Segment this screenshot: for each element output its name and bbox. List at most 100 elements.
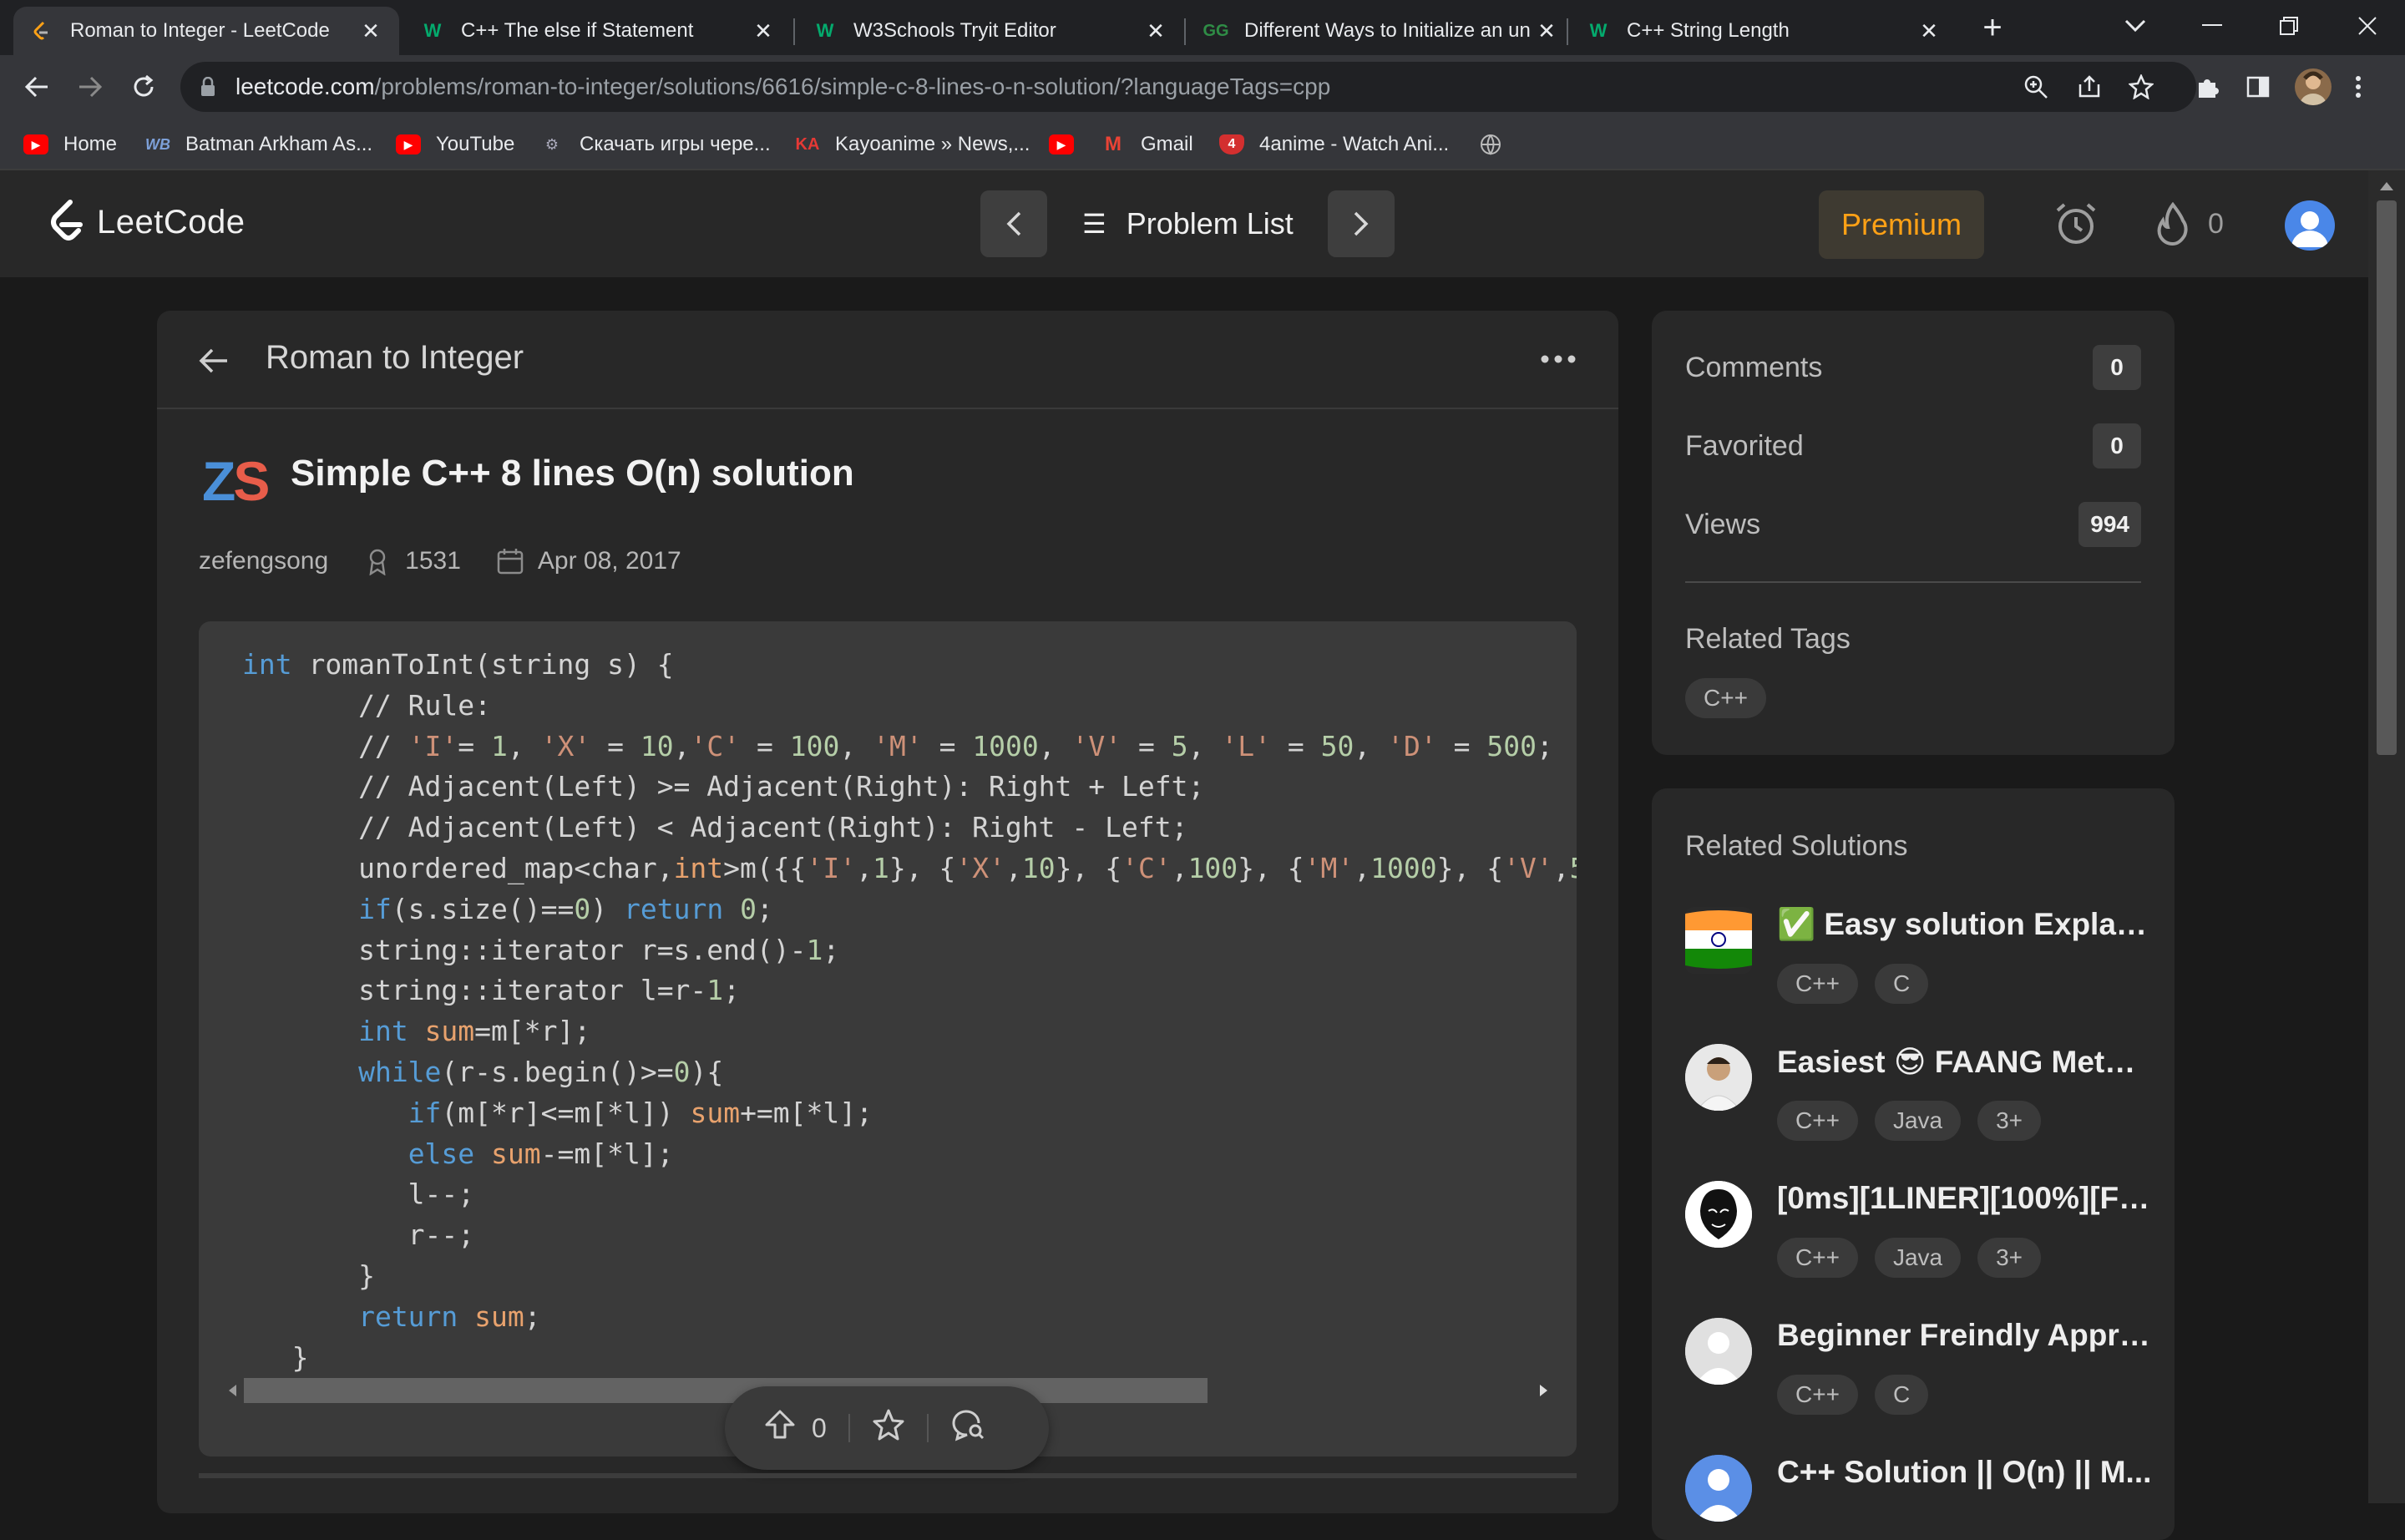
code-line: } bbox=[242, 1259, 375, 1292]
restore-button[interactable] bbox=[2251, 0, 2327, 52]
solution-title: Simple C++ 8 lines O(n) solution bbox=[291, 453, 854, 494]
problem-title[interactable]: Roman to Integer bbox=[266, 339, 524, 377]
close-tab-icon[interactable]: ✕ bbox=[1917, 18, 1941, 43]
leetcode-logo[interactable]: LeetCode bbox=[47, 199, 245, 246]
gmail-icon: M bbox=[1105, 133, 1121, 155]
gear-site-icon: ⚙ bbox=[544, 135, 559, 153]
bookmark-home[interactable]: ▶ Home bbox=[23, 129, 117, 160]
tag-java[interactable]: Java bbox=[1874, 1101, 1962, 1141]
india-flag-avatar bbox=[1685, 907, 1752, 974]
back-arrow-icon[interactable] bbox=[197, 344, 230, 377]
code-scroll-thumb[interactable] bbox=[244, 1378, 1208, 1403]
alarm-clock-icon[interactable] bbox=[2053, 200, 2099, 247]
code-content: int romanToInt(string s) { // Rule: // '… bbox=[242, 645, 1577, 1378]
code-line: } bbox=[242, 1340, 309, 1374]
code-line: // Adjacent(Left) < Adjacent(Right): Rig… bbox=[242, 811, 1188, 844]
close-tab-icon[interactable]: ✕ bbox=[359, 18, 382, 43]
code-line: return sum; bbox=[358, 1299, 541, 1333]
leetcode-logo-icon bbox=[51, 200, 83, 241]
tab-w3schools-tryit[interactable]: W W3Schools Tryit Editor ✕ bbox=[797, 7, 1184, 55]
bookmark-gmail[interactable]: M Gmail bbox=[1101, 129, 1193, 160]
stat-favorited[interactable]: Favorited 0 bbox=[1685, 423, 2141, 469]
bookmark-youtube[interactable]: ▶ YouTube bbox=[396, 129, 514, 160]
tab-cpp-else-if[interactable]: W C++ The else if Statement ✕ bbox=[404, 7, 792, 55]
scroll-left-arrow-icon[interactable] bbox=[229, 1385, 236, 1396]
tab-search-chevron-icon[interactable] bbox=[2098, 0, 2173, 52]
more-options-icon[interactable] bbox=[1540, 344, 1587, 377]
card-divider bbox=[199, 1473, 1577, 1478]
upvote-icon[interactable] bbox=[763, 1408, 797, 1448]
fire-icon bbox=[2157, 202, 2188, 246]
comment-search-icon[interactable] bbox=[950, 1408, 985, 1448]
close-tab-icon[interactable]: ✕ bbox=[1535, 18, 1558, 43]
streak-counter[interactable]: 0 bbox=[2154, 200, 2224, 247]
w3schools-icon: W bbox=[816, 20, 834, 41]
tag-cpp[interactable]: C++ bbox=[1777, 1375, 1858, 1415]
bookmark-youtube-2[interactable]: ▶ bbox=[1049, 129, 1089, 160]
scroll-up-arrow-icon[interactable] bbox=[2380, 182, 2393, 190]
tag-more[interactable]: 3+ bbox=[1977, 1238, 2042, 1278]
author-reputation: 1531 bbox=[405, 547, 461, 575]
bookmark-globe[interactable] bbox=[1478, 129, 1518, 160]
tag-cpp[interactable]: C++ bbox=[1777, 1101, 1858, 1141]
favorite-star-icon[interactable] bbox=[872, 1408, 905, 1448]
user-avatar[interactable] bbox=[2285, 200, 2335, 251]
page-scrollbar[interactable] bbox=[2368, 170, 2405, 1503]
page-scroll-thumb[interactable] bbox=[2377, 200, 2397, 755]
tag-cpp[interactable]: C++ bbox=[1777, 964, 1858, 1004]
forward-button[interactable] bbox=[70, 67, 110, 107]
close-tab-icon[interactable]: ✕ bbox=[1144, 18, 1167, 43]
tag-more[interactable]: 3+ bbox=[1977, 1101, 2042, 1141]
tab-cpp-string-length[interactable]: W C++ String Length ✕ bbox=[1570, 7, 1957, 55]
stat-views: Views 994 bbox=[1685, 501, 2141, 548]
tag-cpp[interactable]: C++ bbox=[1777, 1238, 1858, 1278]
bookmark-star-icon[interactable] bbox=[2126, 72, 2156, 102]
code-line: if(s.size()==0) return 0; bbox=[358, 892, 773, 925]
minimize-button[interactable] bbox=[2175, 0, 2250, 52]
tag-c[interactable]: C bbox=[1874, 964, 1929, 1004]
tab-roman-to-integer[interactable]: Roman to Integer - LeetCode ✕ bbox=[13, 7, 399, 55]
tag-cpp[interactable]: C++ bbox=[1685, 678, 1766, 718]
solution-card: Roman to Integer ZS Simple C++ 8 lines O… bbox=[157, 311, 1618, 1513]
zoom-icon[interactable] bbox=[2021, 72, 2051, 102]
code-line: int sum=m[*r]; bbox=[358, 1015, 591, 1048]
problem-list-button[interactable]: ☰ Problem List bbox=[1082, 190, 1294, 257]
reload-button[interactable] bbox=[124, 67, 164, 107]
profile-avatar[interactable] bbox=[2295, 68, 2332, 105]
upvote-count: 0 bbox=[812, 1412, 827, 1443]
close-window-button[interactable] bbox=[2330, 0, 2405, 52]
premium-button[interactable]: Premium bbox=[1819, 190, 1984, 259]
back-button[interactable] bbox=[17, 67, 57, 107]
close-tab-icon[interactable]: ✕ bbox=[752, 18, 775, 43]
stat-comments[interactable]: Comments 0 bbox=[1685, 344, 2141, 391]
lock-icon bbox=[200, 76, 215, 101]
extensions-icon[interactable] bbox=[2190, 68, 2226, 105]
scroll-right-arrow-icon[interactable] bbox=[1540, 1385, 1547, 1396]
code-line: // 'I'= 1, 'X' = 10,'C' = 100, 'M' = 100… bbox=[242, 729, 1553, 762]
share-icon[interactable] bbox=[2074, 72, 2104, 102]
author-avatar[interactable]: ZS bbox=[202, 449, 270, 513]
list-icon: ☰ bbox=[1082, 209, 1106, 239]
bookmark-kayoanime[interactable]: KA Kayoanime » News,... bbox=[795, 129, 1030, 160]
code-line: // Rule: bbox=[242, 688, 492, 722]
tab-separator bbox=[1567, 18, 1568, 45]
code-block[interactable]: int romanToInt(string s) { // Rule: // '… bbox=[199, 621, 1577, 1456]
next-problem-button[interactable] bbox=[1328, 190, 1395, 257]
bookmark-batman[interactable]: WB Batman Arkham As... bbox=[145, 129, 372, 160]
tab-separator bbox=[793, 18, 795, 45]
anonymous-avatar bbox=[1685, 1181, 1752, 1248]
divider bbox=[848, 1414, 850, 1442]
tab-separator bbox=[1184, 18, 1186, 45]
youtube-icon: ▶ bbox=[23, 134, 48, 155]
bookmark-games-download[interactable]: ⚙ Скачать игры чере... bbox=[539, 129, 771, 160]
chrome-menu-icon[interactable] bbox=[2348, 68, 2368, 105]
tag-c[interactable]: C bbox=[1874, 1375, 1929, 1415]
tab-initialize-unordered-map[interactable]: GG Different Ways to Initialize an un ✕ bbox=[1187, 7, 1575, 55]
author-name[interactable]: zefengsong bbox=[199, 547, 328, 575]
tag-java[interactable]: Java bbox=[1874, 1238, 1962, 1278]
new-tab-button[interactable]: + bbox=[1976, 11, 2009, 45]
bookmark-4anime[interactable]: 4 4anime - Watch Ani... bbox=[1219, 129, 1449, 160]
prev-problem-button[interactable] bbox=[980, 190, 1047, 257]
address-bar[interactable]: leetcode.com/problems/roman-to-integer/s… bbox=[180, 62, 2196, 112]
side-panel-icon[interactable] bbox=[2240, 68, 2276, 105]
